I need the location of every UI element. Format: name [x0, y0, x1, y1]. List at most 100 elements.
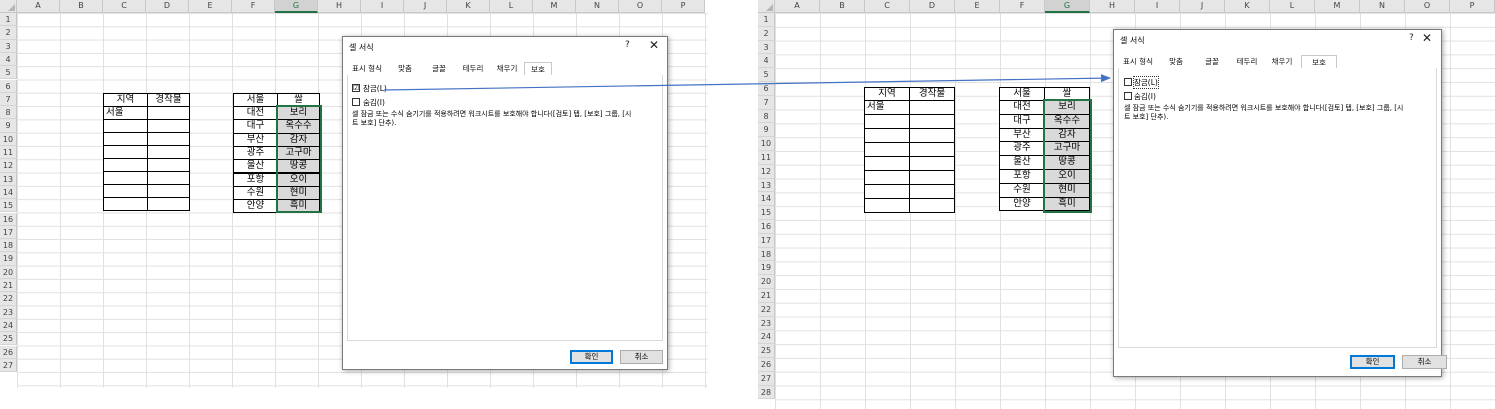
tab-number[interactable]: 표시 형식	[1118, 55, 1158, 68]
region-cell[interactable]	[103, 132, 148, 146]
row-header-22[interactable]: 22	[758, 302, 775, 317]
row-header-16[interactable]: 16	[0, 212, 17, 226]
region-cell[interactable]	[103, 119, 148, 133]
tab-border[interactable]: 테두리	[457, 62, 489, 75]
row-header-11[interactable]: 11	[0, 146, 17, 160]
column-header-j[interactable]: J	[404, 0, 447, 13]
column-header-c[interactable]: C	[103, 0, 146, 13]
row-header-17[interactable]: 17	[758, 233, 775, 248]
row-header-25[interactable]: 25	[0, 332, 17, 346]
city-cell[interactable]: 울산	[999, 155, 1045, 170]
ok-button[interactable]: 확인	[1350, 355, 1395, 369]
row-header-6[interactable]: 6	[0, 79, 17, 93]
row-header-3[interactable]: 3	[758, 40, 775, 55]
row-header-24[interactable]: 24	[758, 330, 775, 345]
crop-value-cell[interactable]: 오이	[1044, 169, 1090, 184]
column-header-c[interactable]: C	[865, 0, 910, 13]
row-header-27[interactable]: 27	[0, 358, 17, 373]
region-cell[interactable]	[864, 156, 910, 171]
row-header-18[interactable]: 18	[0, 239, 17, 253]
crop-cell[interactable]	[909, 142, 955, 157]
crop-cell[interactable]	[909, 170, 955, 185]
region-cell[interactable]	[103, 158, 148, 172]
row-header-7[interactable]: 7	[0, 92, 17, 107]
header-crop[interactable]: 경작물	[147, 93, 190, 107]
row-header-28[interactable]: 28	[758, 385, 775, 400]
crop-cell[interactable]	[147, 197, 190, 211]
region-cell[interactable]	[864, 128, 910, 143]
tab-number[interactable]: 표시 형식	[347, 62, 387, 75]
column-header-p[interactable]: P	[1450, 0, 1495, 13]
crop-cell[interactable]	[909, 128, 955, 143]
crop-cell[interactable]	[147, 171, 190, 185]
region-cell[interactable]	[103, 184, 148, 198]
crop-value-cell[interactable]: 옥수수	[277, 119, 320, 134]
row-header-8[interactable]: 8	[0, 106, 17, 120]
crop-cell[interactable]	[147, 184, 190, 198]
row-header-12[interactable]: 12	[0, 159, 17, 173]
crop-value-cell[interactable]: 보리	[277, 106, 320, 121]
row-header-13[interactable]: 13	[0, 172, 17, 186]
crop-cell[interactable]	[147, 106, 190, 120]
column-header-l[interactable]: L	[1270, 0, 1315, 13]
crop-cell[interactable]	[909, 156, 955, 171]
city-cell[interactable]: 대구	[233, 119, 278, 134]
cancel-button[interactable]: 취소	[1402, 355, 1447, 369]
row-header-10[interactable]: 10	[0, 132, 17, 146]
column-header-f[interactable]: F	[232, 0, 275, 13]
region-cell[interactable]	[864, 170, 910, 185]
column-header-m[interactable]: M	[533, 0, 576, 13]
row-header-19[interactable]: 19	[0, 252, 17, 266]
cancel-button[interactable]: 취소	[620, 350, 663, 364]
column-header-d[interactable]: D	[910, 0, 955, 13]
column-header-e[interactable]: E	[189, 0, 232, 13]
row-header-4[interactable]: 4	[758, 54, 775, 69]
tab-fill[interactable]: 채우기	[491, 62, 523, 75]
row-header-26[interactable]: 26	[0, 345, 17, 359]
row-header-21[interactable]: 21	[0, 279, 17, 293]
column-header-i[interactable]: I	[361, 0, 404, 13]
header-region[interactable]: 지역	[864, 87, 910, 101]
select-all-corner[interactable]	[0, 0, 17, 13]
row-header-23[interactable]: 23	[758, 316, 775, 331]
column-header-f[interactable]: F	[1000, 0, 1045, 13]
hide-checkbox[interactable]	[352, 98, 360, 106]
city-cell[interactable]: 대전	[233, 106, 278, 121]
region-cell[interactable]	[864, 114, 910, 129]
row-header-19[interactable]: 19	[758, 261, 775, 276]
tab-alignment[interactable]: 맞춤	[391, 62, 419, 75]
column-header-i[interactable]: I	[1135, 0, 1180, 13]
row-header-2[interactable]: 2	[758, 26, 775, 41]
header-city[interactable]: 서울	[233, 93, 278, 107]
city-cell[interactable]: 안양	[999, 196, 1045, 212]
column-header-k[interactable]: K	[1225, 0, 1270, 13]
column-header-a[interactable]: A	[17, 0, 60, 13]
row-header-6[interactable]: 6	[758, 82, 775, 96]
row-header-23[interactable]: 23	[0, 305, 17, 319]
crop-cell[interactable]	[909, 184, 955, 199]
lock-checkbox[interactable]	[1124, 78, 1132, 86]
tab-font[interactable]: 글꼴	[425, 62, 453, 75]
crop-value-cell[interactable]: 고구마	[1044, 141, 1090, 157]
row-header-22[interactable]: 22	[0, 292, 17, 306]
row-header-5[interactable]: 5	[758, 68, 775, 82]
crop-cell[interactable]	[147, 132, 190, 146]
region-cell[interactable]	[864, 142, 910, 157]
crop-value-cell[interactable]: 땅콩	[1044, 155, 1090, 170]
city-cell[interactable]: 포항	[999, 169, 1045, 184]
city-cell[interactable]: 포항	[233, 172, 278, 187]
crop-cell[interactable]	[909, 198, 955, 213]
header-rice[interactable]: 쌀	[1044, 87, 1090, 101]
crop-cell[interactable]	[909, 100, 955, 115]
row-header-12[interactable]: 12	[758, 164, 775, 179]
region-cell[interactable]	[103, 171, 148, 185]
crop-value-cell[interactable]: 흑미	[277, 199, 320, 214]
column-header-d[interactable]: D	[146, 0, 189, 13]
city-cell[interactable]: 대구	[999, 113, 1045, 129]
city-cell[interactable]: 수원	[999, 182, 1045, 198]
crop-value-cell[interactable]: 현미	[1044, 182, 1090, 198]
crop-value-cell[interactable]: 옥수수	[1044, 113, 1090, 129]
row-header-3[interactable]: 3	[0, 39, 17, 53]
row-header-14[interactable]: 14	[0, 185, 17, 200]
row-header-1[interactable]: 1	[758, 13, 775, 27]
